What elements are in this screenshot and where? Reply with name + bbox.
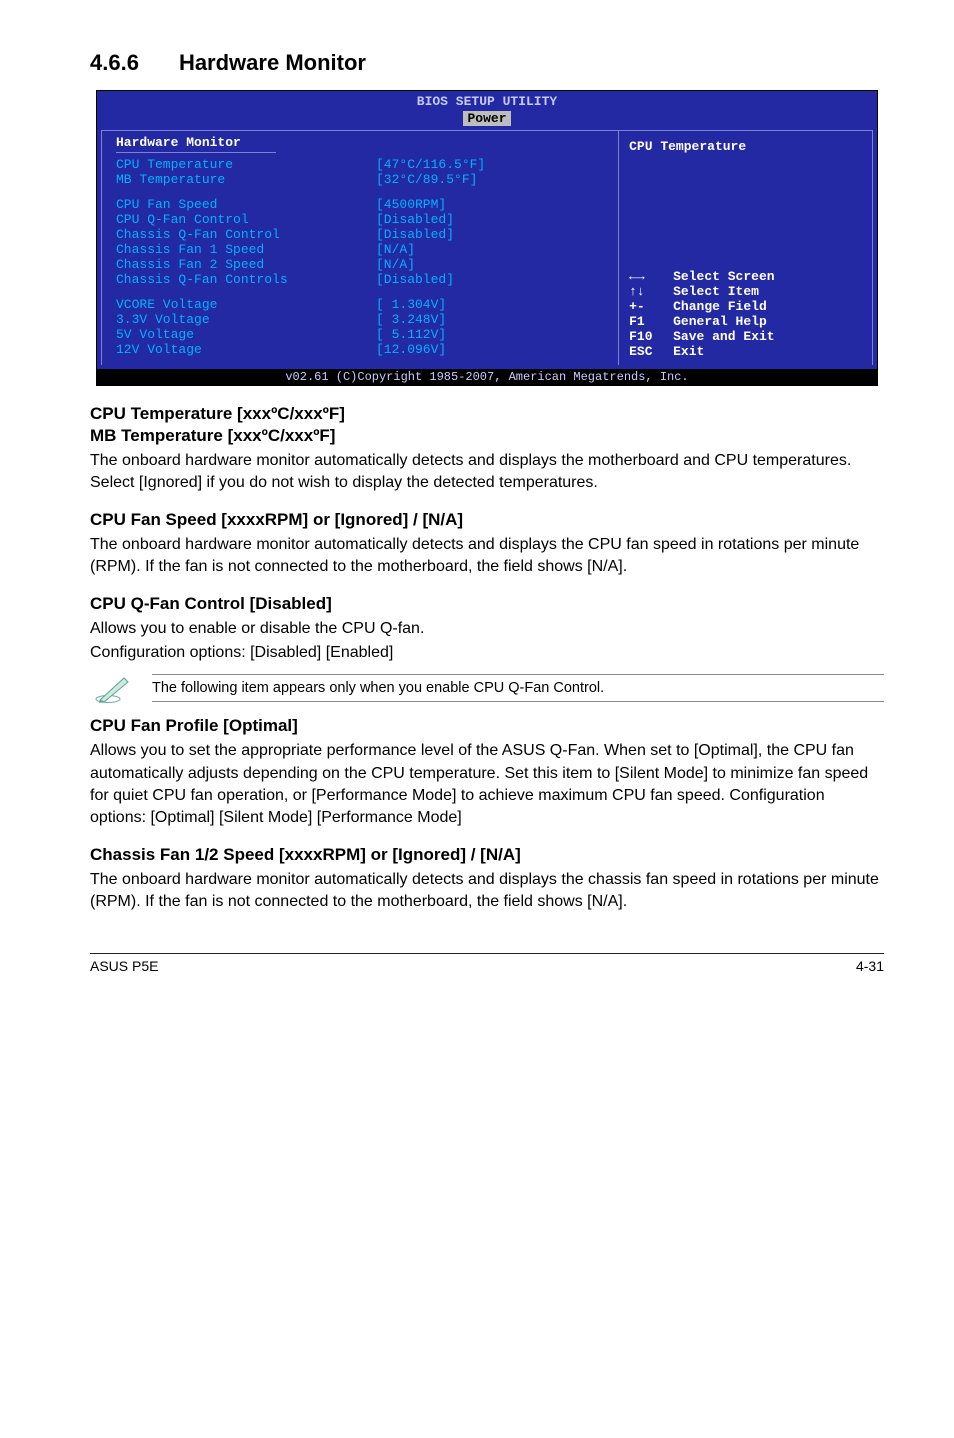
heading-cpu-fan-speed: CPU Fan Speed [xxxxRPM] or [Ignored] / […: [90, 510, 884, 530]
section-heading: 4.6.6 Hardware Monitor: [90, 50, 884, 76]
bios-row: VCORE Voltage[ 1.304V]: [116, 297, 608, 312]
bios-row: MB Temperature[32°C/89.5°F]: [116, 172, 608, 187]
bios-help-title: CPU Temperature: [629, 139, 864, 154]
heading-cpu-temperature: CPU Temperature [xxxºC/xxxºF]: [90, 404, 884, 424]
bios-row: Chassis Fan 2 Speed[N/A]: [116, 257, 608, 272]
heading-cpu-qfan-control: CPU Q-Fan Control [Disabled]: [90, 594, 884, 614]
heading-chassis-fan-speed: Chassis Fan 1/2 Speed [xxxxRPM] or [Igno…: [90, 845, 884, 865]
footer-left: ASUS P5E: [90, 958, 158, 974]
pencil-icon: [94, 672, 134, 704]
bios-row: 3.3V Voltage[ 3.248V]: [116, 312, 608, 327]
paragraph: Allows you to enable or disable the CPU …: [90, 618, 884, 640]
paragraph: Allows you to set the appropriate perfor…: [90, 740, 884, 828]
bios-row: 12V Voltage[12.096V]: [116, 342, 608, 357]
paragraph: The onboard hardware monitor automatical…: [90, 869, 884, 913]
bios-right-pane: CPU Temperature ←→Select Screen ↑↓Select…: [619, 130, 873, 365]
note-text: The following item appears only when you…: [152, 674, 884, 702]
heading-mb-temperature: MB Temperature [xxxºC/xxxºF]: [90, 426, 884, 446]
bios-row: Chassis Fan 1 Speed[N/A]: [116, 242, 608, 257]
bios-row: 5V Voltage[ 5.112V]: [116, 327, 608, 342]
bios-row: CPU Fan Speed[4500RPM]: [116, 197, 608, 212]
paragraph: Configuration options: [Disabled] [Enabl…: [90, 642, 884, 664]
paragraph: The onboard hardware monitor automatical…: [90, 450, 884, 494]
paragraph: The onboard hardware monitor automatical…: [90, 534, 884, 578]
bios-panel: BIOS SETUP UTILITY Power Hardware Monito…: [96, 90, 878, 386]
bios-left-pane: Hardware Monitor CPU Temperature[47°C/11…: [101, 130, 619, 365]
page-footer: ASUS P5E 4-31: [90, 953, 884, 974]
bios-key-hints: ←→Select Screen ↑↓Select Item +-Change F…: [629, 269, 864, 359]
section-title: Hardware Monitor: [179, 50, 366, 75]
bios-row: CPU Temperature[47°C/116.5°F]: [116, 157, 608, 172]
bios-row: Chassis Q-Fan Control[Disabled]: [116, 227, 608, 242]
bios-footer: v02.61 (C)Copyright 1985-2007, American …: [97, 369, 877, 385]
bios-row: CPU Q-Fan Control[Disabled]: [116, 212, 608, 227]
note-callout: The following item appears only when you…: [94, 672, 884, 704]
bios-row: Chassis Q-Fan Controls[Disabled]: [116, 272, 608, 287]
section-number: 4.6.6: [90, 50, 139, 75]
footer-page-number: 4-31: [856, 958, 884, 974]
bios-app-title: BIOS SETUP UTILITY: [97, 91, 877, 109]
bios-panel-title: Hardware Monitor: [116, 135, 608, 150]
heading-cpu-fan-profile: CPU Fan Profile [Optimal]: [90, 716, 884, 736]
bios-tab-power: Power: [463, 111, 510, 126]
